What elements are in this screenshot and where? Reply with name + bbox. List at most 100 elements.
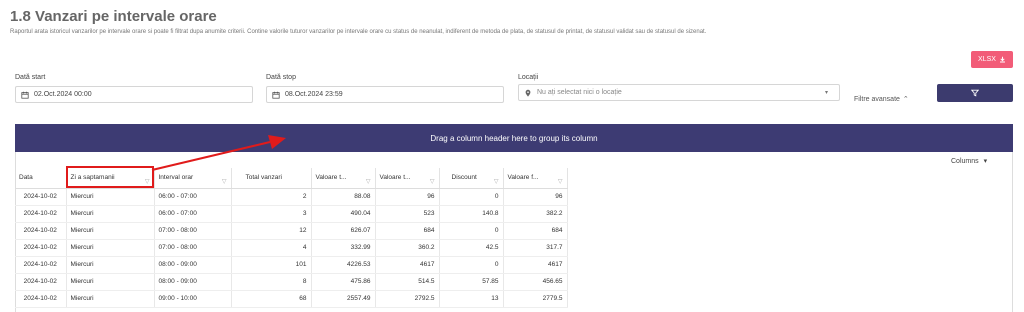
column-header-valoare-3[interactable]: Valoare f... ▽ (503, 168, 568, 189)
table-cell: 4617 (503, 256, 568, 274)
table-row[interactable]: 2024-10-02 Miercuri 06:00 - 07:00 2 88.08 96 0… (15, 188, 568, 206)
table-cell: 2024-10-02 (15, 222, 67, 240)
table-cell: 2792.5 (375, 290, 440, 308)
table-cell: 96 (503, 188, 568, 206)
table-cell: 140.8 (439, 205, 504, 223)
column-header-total-vanzari[interactable]: Total vanzari (231, 168, 312, 189)
table-cell: 2557.49 (311, 290, 376, 308)
calendar-icon (267, 91, 285, 99)
table-cell: 490.04 (311, 205, 376, 223)
table-cell: 360.2 (375, 239, 440, 257)
table-cell: 101 (231, 256, 312, 274)
table-cell: 475.86 (311, 273, 376, 291)
filter-icon[interactable]: ▽ (430, 178, 435, 185)
stop-date-label: Dată stop (266, 74, 296, 81)
filter-icon[interactable]: ▽ (222, 178, 227, 185)
table-cell: Miercuri (66, 239, 155, 257)
chevron-down-icon: ▾ (825, 90, 829, 96)
table-cell: Miercuri (66, 256, 155, 274)
table-cell: 07:00 - 08:00 (154, 239, 232, 257)
location-placeholder: Nu ați selectat nici o locație (537, 89, 622, 96)
column-header-interval-orar[interactable]: Interval orar ▽ (154, 168, 232, 189)
location-select[interactable]: Nu ați selectat nici o locație ▾ (518, 84, 840, 101)
table-row[interactable]: 2024-10-02 Miercuri 09:00 - 10:00 68 2557.49… (15, 290, 568, 308)
table-cell: 514.5 (375, 273, 440, 291)
table-cell: 8 (231, 273, 312, 291)
export-xlsx-label: XLSX (978, 56, 996, 63)
table-cell: 2024-10-02 (15, 256, 67, 274)
table-cell: Miercuri (66, 290, 155, 308)
column-header-discount[interactable]: Discount ▽ (439, 168, 504, 189)
column-header-data[interactable]: Data (15, 168, 67, 189)
table-row[interactable]: 2024-10-02 Miercuri 06:00 - 07:00 3 490.04 52… (15, 205, 568, 223)
table-cell: 382.2 (503, 205, 568, 223)
table-cell: 13 (439, 290, 504, 308)
location-pin-icon (519, 89, 537, 97)
column-header-valoare-2[interactable]: Valoare t... ▽ (375, 168, 440, 189)
table-cell: 09:00 - 10:00 (154, 290, 232, 308)
table-cell: 317.7 (503, 239, 568, 257)
calendar-icon (16, 91, 34, 99)
table-cell: 88.08 (311, 188, 376, 206)
highlight-box (66, 166, 154, 188)
table-cell: 4 (231, 239, 312, 257)
column-header-valoare-1[interactable]: Valoare t... ▽ (311, 168, 376, 189)
start-date-field[interactable]: 02.Oct.2024 00:00 (15, 86, 253, 103)
table-cell: 2024-10-02 (15, 239, 67, 257)
filter-icon (971, 89, 979, 97)
table-cell: 684 (375, 222, 440, 240)
table-cell: 2779.5 (503, 290, 568, 308)
sales-table: Data Zi a saptamanii ▽ Interval orar ▽ Tot… (15, 168, 568, 308)
export-xlsx-button[interactable]: XLSX (971, 51, 1013, 68)
caret-down-icon: ▾ (983, 158, 988, 165)
table-cell: 523 (375, 205, 440, 223)
table-cell: 07:00 - 08:00 (154, 222, 232, 240)
group-panel-text: Drag a column header here to group its c… (430, 133, 598, 143)
table-cell: 68 (231, 290, 312, 308)
table-cell: 08:00 - 09:00 (154, 256, 232, 274)
apply-filter-button[interactable] (937, 84, 1013, 102)
stop-date-field[interactable]: 08.Oct.2024 23:59 (266, 86, 504, 103)
table-cell: 0 (439, 222, 504, 240)
group-panel[interactable]: Drag a column header here to group its c… (15, 124, 1013, 152)
table-cell: 2024-10-02 (15, 273, 67, 291)
table-row[interactable]: 2024-10-02 Miercuri 07:00 - 08:00 4 332.99 36… (15, 239, 568, 257)
table-cell: 626.07 (311, 222, 376, 240)
table-row[interactable]: 2024-10-02 Miercuri 08:00 - 09:00 8 475.86 51… (15, 273, 568, 291)
start-date-value: 02.Oct.2024 00:00 (34, 91, 92, 98)
filter-icon[interactable]: ▽ (494, 178, 499, 185)
start-date-label: Dată start (15, 74, 46, 81)
table-cell: Miercuri (66, 222, 155, 240)
table-cell: 684 (503, 222, 568, 240)
table-cell: Miercuri (66, 188, 155, 206)
table-cell: Miercuri (66, 205, 155, 223)
page-title: 1.8 Vanzari pe intervale orare (10, 8, 217, 25)
table-cell: 2 (231, 188, 312, 206)
advanced-filters-label: Filtre avansate (854, 95, 900, 103)
stop-date-value: 08.Oct.2024 23:59 (285, 91, 343, 98)
table-cell: 0 (439, 188, 504, 206)
table-cell: 0 (439, 256, 504, 274)
columns-chooser-button[interactable]: Columns ▾ (951, 157, 988, 166)
table-row[interactable]: 2024-10-02 Miercuri 07:00 - 08:00 12 626.07 6… (15, 222, 568, 240)
advanced-filters-toggle[interactable]: Filtre avansate ⌃ (854, 95, 909, 104)
table-cell: 2024-10-02 (15, 188, 67, 206)
table-cell: 4226.53 (311, 256, 376, 274)
table-cell: 2024-10-02 (15, 290, 67, 308)
table-cell: 3 (231, 205, 312, 223)
table-row[interactable]: 2024-10-02 Miercuri 08:00 - 09:00 101 4226.5… (15, 256, 568, 274)
columns-chooser-label: Columns (951, 157, 979, 165)
download-icon (1000, 56, 1005, 63)
page-description: Raportul arata istoricul vanzarilor pe i… (10, 29, 707, 35)
filter-icon[interactable]: ▽ (558, 178, 563, 185)
table-cell: 42.5 (439, 239, 504, 257)
chevron-up-icon: ⌃ (902, 96, 909, 103)
table-cell: 12 (231, 222, 312, 240)
table-cell: 57.85 (439, 273, 504, 291)
table-cell: 06:00 - 07:00 (154, 205, 232, 223)
table-cell: 08:00 - 09:00 (154, 273, 232, 291)
table-cell: 2024-10-02 (15, 205, 67, 223)
filter-icon[interactable]: ▽ (366, 178, 371, 185)
table-cell: 96 (375, 188, 440, 206)
table-cell: 06:00 - 07:00 (154, 188, 232, 206)
